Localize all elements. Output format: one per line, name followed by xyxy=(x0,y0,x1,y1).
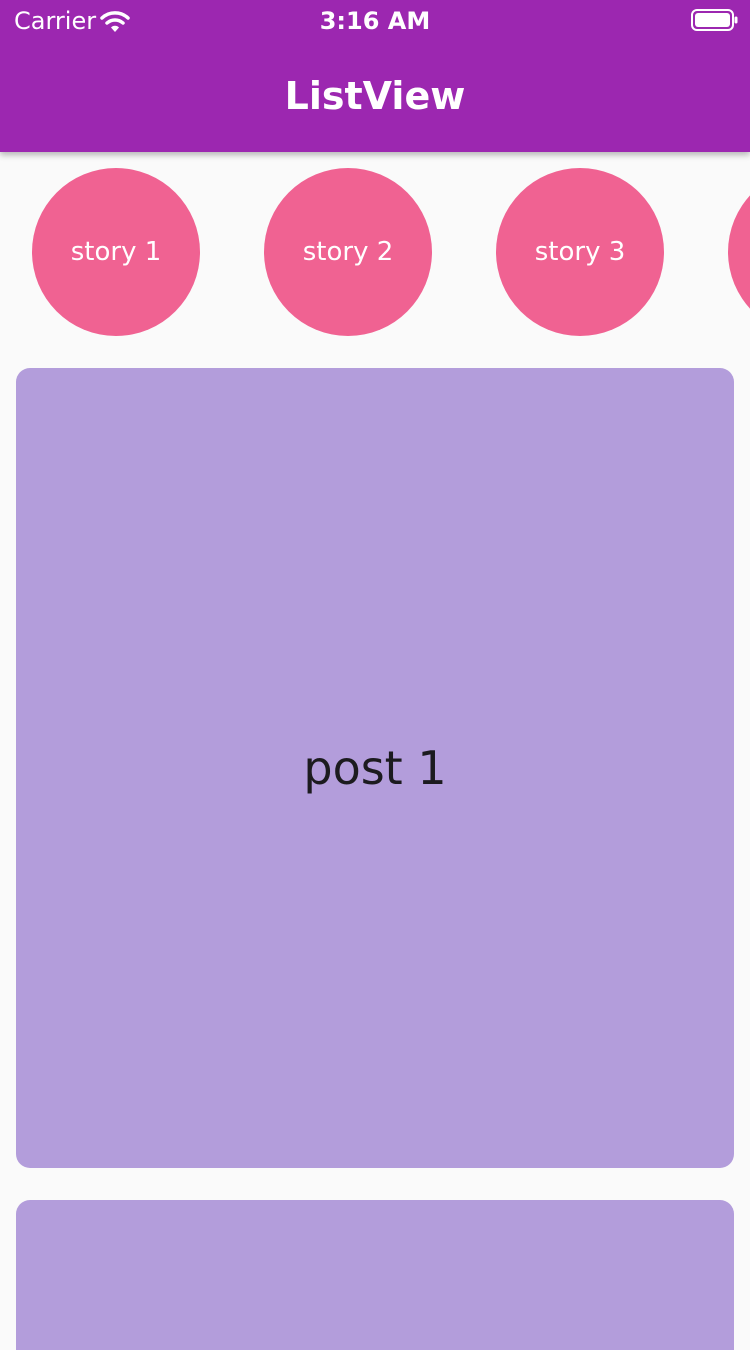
story-item-4[interactable] xyxy=(728,168,750,336)
page-title: ListView xyxy=(284,74,466,118)
story-item-3[interactable]: story 3 xyxy=(496,168,664,336)
post-item-2[interactable] xyxy=(16,1200,734,1350)
stories-row[interactable]: story 1 story 2 story 3 xyxy=(0,152,750,352)
status-time: 3:16 AM xyxy=(319,7,431,35)
post-item-1[interactable]: post 1 xyxy=(16,368,734,1168)
app-bar: Carrier 3:16 AM ListView xyxy=(0,0,750,152)
story-item-2[interactable]: story 2 xyxy=(264,168,432,336)
story-item-1[interactable]: story 1 xyxy=(32,168,200,336)
battery-icon xyxy=(691,9,738,31)
